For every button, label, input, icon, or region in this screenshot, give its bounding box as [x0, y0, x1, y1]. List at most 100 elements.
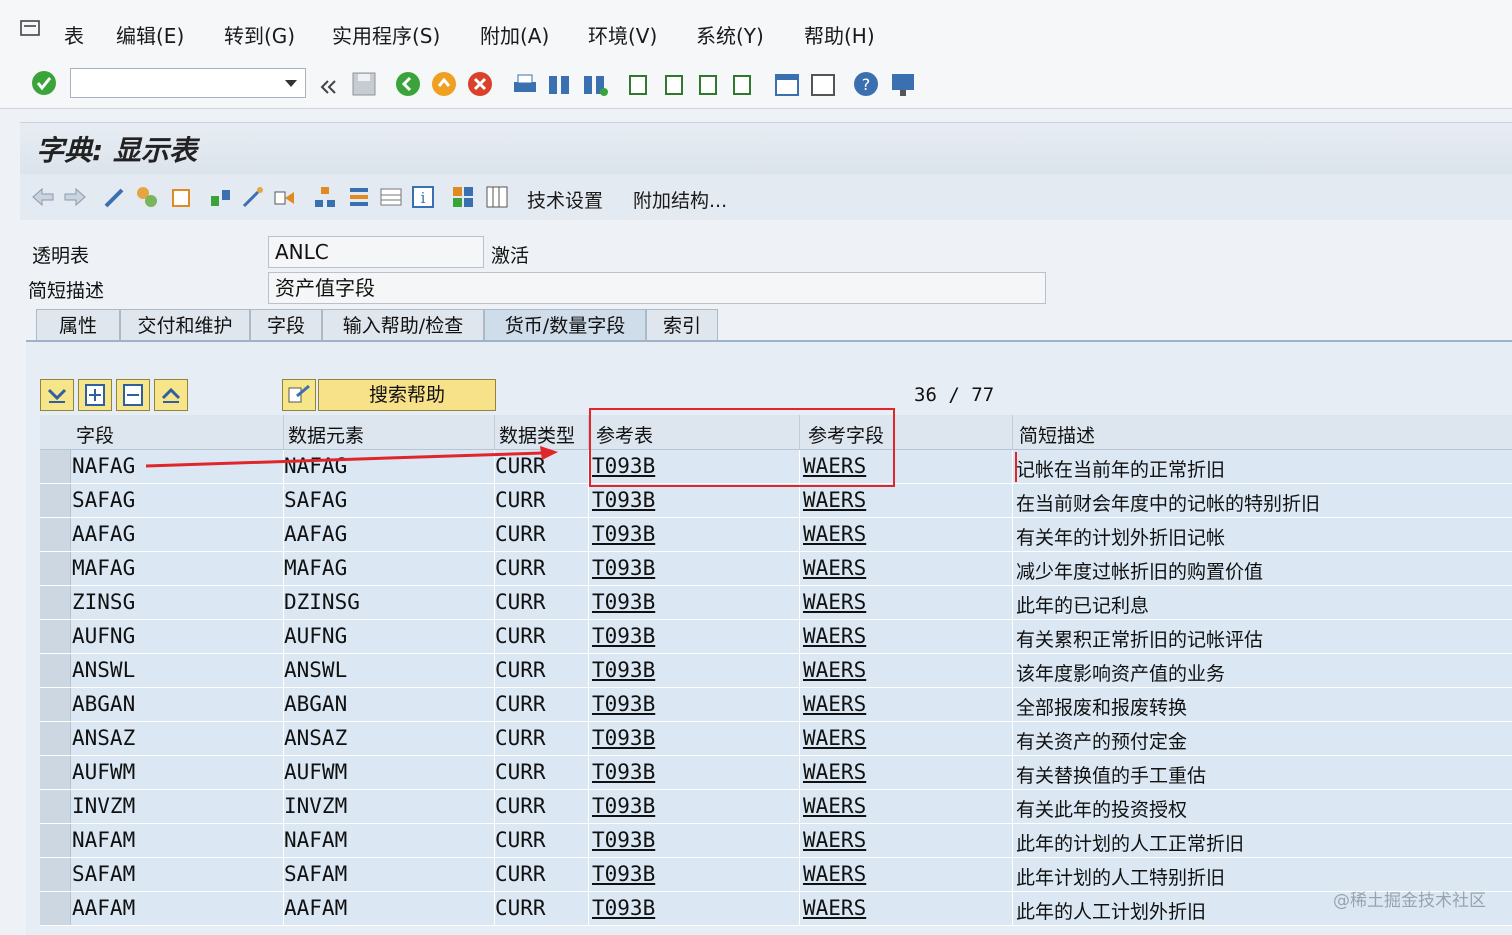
arrow-left-icon[interactable] [30, 184, 56, 210]
table-row[interactable]: ZINSG DZINSG CURR T093B WAERS 此年的已记利息 [40, 586, 1512, 620]
collapse-all-button[interactable] [40, 379, 74, 411]
cell-ref-table[interactable]: T093B [592, 658, 655, 682]
menu-edit[interactable]: 编辑(E) [116, 20, 184, 49]
column-header-data-type[interactable]: 数据类型 [499, 421, 575, 448]
row-selector[interactable] [40, 892, 71, 925]
cell-ref-field[interactable]: WAERS [803, 658, 866, 682]
where-used-icon[interactable] [208, 184, 234, 210]
row-selector[interactable] [40, 790, 71, 823]
row-selector[interactable] [40, 552, 71, 585]
arrow-right-icon[interactable] [62, 184, 88, 210]
layout-icon[interactable] [888, 70, 918, 100]
cell-ref-table[interactable]: T093B [592, 590, 655, 614]
row-selector[interactable] [40, 858, 71, 891]
exit-icon[interactable] [430, 70, 460, 100]
menu-extras[interactable]: 附加(A) [480, 20, 549, 49]
cell-ref-table[interactable]: T093B [592, 760, 655, 784]
first-page-icon[interactable] [624, 70, 654, 100]
back-icon[interactable] [394, 70, 424, 100]
activate-icon[interactable] [168, 184, 194, 210]
info-icon[interactable]: i [410, 184, 436, 210]
new-session-icon[interactable] [772, 70, 802, 100]
magic-wand-icon[interactable] [240, 184, 266, 210]
shortcut-icon[interactable] [808, 70, 838, 100]
tech-settings-button[interactable]: 技术设置 [527, 186, 603, 213]
delete-row-button[interactable] [116, 379, 150, 411]
table-row[interactable]: MAFAG MAFAG CURR T093B WAERS 减少年度过帐折旧的购置价值 [40, 552, 1512, 586]
print-icon[interactable] [510, 70, 540, 100]
tab-indexes[interactable]: 索引 [646, 309, 718, 341]
table-row[interactable]: ANSAZ ANSAZ CURR T093B WAERS 有关资产的预付定金 [40, 722, 1512, 756]
other-object-icon[interactable] [134, 184, 160, 210]
cell-ref-table[interactable]: T093B [592, 862, 655, 886]
cell-ref-table[interactable]: T093B [592, 692, 655, 716]
cell-ref-field[interactable]: WAERS [803, 896, 866, 920]
display-change-icon[interactable] [102, 184, 128, 210]
cell-ref-field[interactable]: WAERS [803, 760, 866, 784]
navigate-icon[interactable] [272, 184, 298, 210]
find-icon[interactable] [545, 70, 575, 100]
cell-ref-field[interactable]: WAERS [803, 726, 866, 750]
expand-all-button[interactable] [154, 379, 188, 411]
row-selector[interactable] [40, 688, 71, 721]
last-page-icon[interactable] [728, 70, 758, 100]
help-icon[interactable]: ? [852, 70, 882, 100]
tab-fields[interactable]: 字段 [250, 309, 322, 341]
row-selector[interactable] [40, 620, 71, 653]
find-next-icon[interactable] [580, 70, 610, 100]
cell-ref-field[interactable]: WAERS [803, 794, 866, 818]
cell-ref-field[interactable]: WAERS [803, 488, 866, 512]
menu-table[interactable]: 表 [64, 20, 84, 49]
tab-input-help-check[interactable]: 输入帮助/检查 [322, 309, 484, 341]
save-icon[interactable] [350, 70, 380, 100]
table-row[interactable]: AAFAG AAFAG CURR T093B WAERS 有关年的计划外折旧记帐 [40, 518, 1512, 552]
hierarchy-icon[interactable] [312, 184, 338, 210]
menu-utilities[interactable]: 实用程序(S) [332, 20, 440, 49]
cell-ref-field[interactable]: WAERS [803, 828, 866, 852]
cell-ref-table[interactable]: T093B [592, 488, 655, 512]
cell-ref-table[interactable]: T093B [592, 522, 655, 546]
next-page-icon[interactable] [694, 70, 724, 100]
column-header-short-desc[interactable]: 简短描述 [1019, 421, 1095, 448]
structure-icon[interactable] [346, 184, 372, 210]
list-icon[interactable] [378, 184, 404, 210]
table-row[interactable]: AUFWM AUFWM CURR T093B WAERS 有关替换值的手工重估 [40, 756, 1512, 790]
row-selector[interactable] [40, 756, 71, 789]
row-selector[interactable] [40, 518, 71, 551]
table-row[interactable]: ABGAN ABGAN CURR T093B WAERS 全部报废和报废转换 [40, 688, 1512, 722]
cell-ref-table[interactable]: T093B [592, 556, 655, 580]
cell-ref-field[interactable]: WAERS [803, 556, 866, 580]
table-row[interactable]: AAFAM AAFAM CURR T093B WAERS 此年的人工计划外折旧 [40, 892, 1512, 926]
row-selector[interactable] [40, 484, 71, 517]
column-header-field[interactable]: 字段 [76, 421, 114, 448]
cancel-icon[interactable] [466, 70, 496, 100]
row-selector[interactable] [40, 722, 71, 755]
menu-help[interactable]: 帮助(H) [804, 20, 875, 49]
row-selector[interactable] [40, 586, 71, 619]
table-row[interactable]: ANSWL ANSWL CURR T093B WAERS 该年度影响资产值的业务 [40, 654, 1512, 688]
menu-system[interactable]: 系统(Y) [696, 20, 764, 49]
table-row[interactable]: AUFNG AUFNG CURR T093B WAERS 有关累积正常折旧的记帐评估 [40, 620, 1512, 654]
search-help-icon-button[interactable] [282, 379, 316, 411]
previous-page-icon[interactable] [660, 70, 690, 100]
menu-goto[interactable]: 转到(G) [224, 20, 295, 49]
table-row[interactable]: SAFAG SAFAG CURR T093B WAERS 在当前财会年度中的记帐的特别折旧 [40, 484, 1512, 518]
graphic-icon[interactable] [450, 184, 476, 210]
cell-ref-table[interactable]: T093B [592, 726, 655, 750]
table-row[interactable]: INVZM INVZM CURR T093B WAERS 有关此年的投资授权 [40, 790, 1512, 824]
tab-delivery-maintenance[interactable]: 交付和维护 [120, 309, 250, 341]
cell-ref-field[interactable]: WAERS [803, 692, 866, 716]
cell-ref-table[interactable]: T093B [592, 624, 655, 648]
cell-ref-field[interactable]: WAERS [803, 522, 866, 546]
row-selector[interactable] [40, 450, 71, 483]
cell-ref-field[interactable]: WAERS [803, 862, 866, 886]
row-selector[interactable] [40, 824, 71, 857]
cell-ref-field[interactable]: WAERS [803, 590, 866, 614]
cell-ref-table[interactable]: T093B [592, 794, 655, 818]
column-header-data-element[interactable]: 数据元素 [288, 421, 364, 448]
cell-ref-table[interactable]: T093B [592, 828, 655, 852]
chevron-down-icon[interactable] [285, 80, 297, 87]
cell-ref-field[interactable]: WAERS [803, 624, 866, 648]
tab-attributes[interactable]: 属性 [36, 309, 120, 341]
system-menu-icon[interactable] [20, 20, 40, 38]
